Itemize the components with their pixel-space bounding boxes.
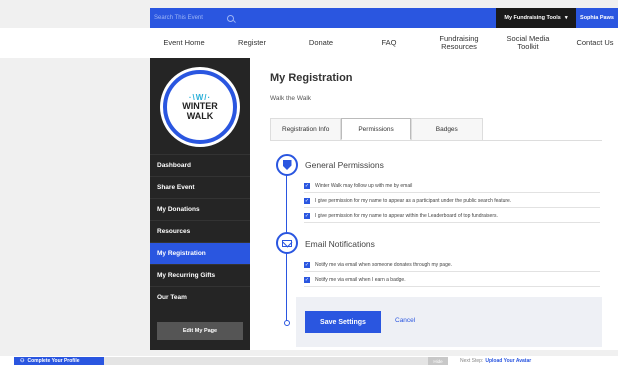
sidebar-item-resources[interactable]: Resources [150, 220, 250, 242]
tab-permissions[interactable]: Permissions [341, 118, 411, 140]
mail-icon [282, 239, 292, 247]
general-permissions-title: General Permissions [305, 160, 384, 170]
chevron-down-icon: ▾ [564, 15, 568, 21]
user-menu[interactable]: Sophia Paws [576, 8, 618, 28]
nav-faq[interactable]: FAQ [370, 28, 408, 58]
sidebar: ·\W/· WINTER WALK Dashboard Share Event … [150, 58, 250, 350]
checkbox-checked-icon[interactable]: ✓ [304, 182, 310, 189]
email-notifications-title: Email Notifications [305, 239, 375, 249]
complete-profile-button[interactable]: ⚇ Complete Your Profile [14, 357, 104, 365]
sidebar-item-my-recurring-gifts[interactable]: My Recurring Gifts [150, 264, 250, 286]
shield-icon [282, 160, 292, 170]
tab-badges[interactable]: Badges [410, 118, 483, 140]
nav-event-home[interactable]: Event Home [150, 28, 218, 58]
fundraising-tools-label: My Fundraising Tools [504, 15, 561, 21]
user-icon: ⚇ [20, 358, 25, 364]
permission-label: I give permission for my name to appear … [315, 197, 512, 204]
logo-line-2: WALK [186, 110, 214, 121]
complete-profile-label: Complete Your Profile [27, 358, 80, 364]
main-nav: Event Home Register Donate FAQ Fundraisi… [0, 28, 618, 58]
page-title: My Registration [270, 72, 353, 84]
main-content: My Registration Walk the Walk Registrati… [250, 58, 618, 350]
notification-label: Notify me via email when I earn a badge. [315, 276, 406, 283]
checkbox-checked-icon[interactable]: ✓ [304, 212, 310, 219]
sidebar-item-my-registration[interactable]: My Registration [150, 242, 250, 264]
notification-label: Notify me via email when someone donates… [315, 261, 453, 268]
notification-row[interactable]: ✓ Notify me via email when I earn a badg… [304, 273, 600, 287]
tab-bar: Registration Info Permissions Badges [270, 118, 483, 140]
cancel-link[interactable]: Cancel [395, 317, 415, 324]
permission-row[interactable]: ✓ I give permission for my name to appea… [304, 209, 600, 223]
nav-social-media-toolkit[interactable]: Social Media Toolkit [498, 28, 558, 58]
nav-register[interactable]: Register [226, 28, 278, 58]
timeline-end-dot [284, 320, 290, 326]
fundraising-tools-menu[interactable]: My Fundraising Tools ▾ [496, 8, 576, 28]
checkbox-checked-icon[interactable]: ✓ [304, 276, 310, 283]
top-bar: Search This Event My Fundraising Tools ▾… [0, 0, 618, 28]
permission-label: I give permission for my name to appear … [315, 212, 498, 219]
search-icon[interactable] [227, 14, 234, 22]
profile-progress-bar: ⚇ Complete Your Profile Hide Next Step: … [0, 356, 618, 366]
sidebar-item-our-team[interactable]: Our Team [150, 286, 250, 308]
winter-walk-logo: ·\W/· WINTER WALK [163, 70, 237, 144]
tab-divider [270, 140, 602, 141]
checkbox-checked-icon[interactable]: ✓ [304, 197, 310, 204]
search-placeholder: Search This Event [154, 15, 203, 21]
nav-fundraising-resources[interactable]: Fundraising Resources [428, 28, 490, 58]
form-actions: Save Settings Cancel [296, 297, 602, 347]
hide-button[interactable]: Hide [428, 357, 448, 365]
next-step-prefix: Next Step: [460, 358, 484, 364]
user-name: Sophia Paws [580, 15, 614, 21]
tab-registration-info[interactable]: Registration Info [270, 118, 342, 140]
general-permissions-badge [276, 154, 298, 176]
checkbox-checked-icon[interactable]: ✓ [304, 261, 310, 268]
sidebar-item-dashboard[interactable]: Dashboard [150, 154, 250, 176]
sidebar-item-share-event[interactable]: Share Event [150, 176, 250, 198]
edit-my-page-button[interactable]: Edit My Page [157, 322, 243, 340]
next-step: Next Step: Upload Your Avatar [460, 357, 531, 365]
nav-contact-us[interactable]: Contact Us [572, 28, 618, 58]
nav-donate[interactable]: Donate [296, 28, 346, 58]
save-settings-button[interactable]: Save Settings [305, 311, 381, 333]
permission-row[interactable]: ✓ Winter Walk may follow up with me by e… [304, 179, 600, 193]
sidebar-item-my-donations[interactable]: My Donations [150, 198, 250, 220]
notification-row[interactable]: ✓ Notify me via email when someone donat… [304, 258, 600, 272]
profile-progress-track [104, 357, 448, 365]
page-subtitle: Walk the Walk [270, 95, 312, 102]
search-input[interactable]: Search This Event [154, 11, 236, 25]
permission-label: Winter Walk may follow up with me by ema… [315, 182, 413, 189]
permission-row[interactable]: ✓ I give permission for my name to appea… [304, 194, 600, 208]
email-notifications-badge [276, 232, 298, 254]
upload-avatar-link[interactable]: Upload Your Avatar [485, 358, 531, 364]
